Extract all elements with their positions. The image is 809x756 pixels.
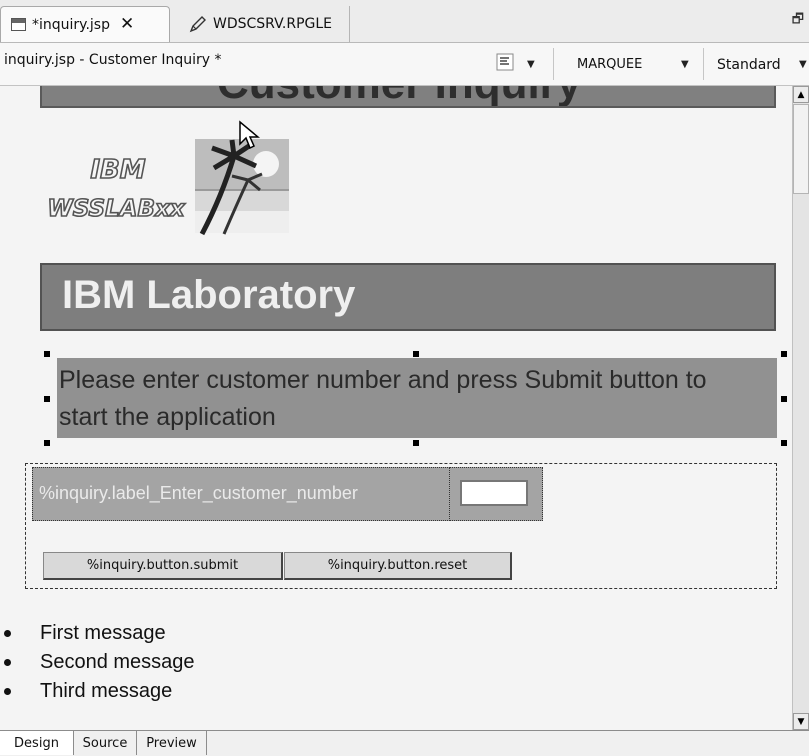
pencil-icon [189,16,206,33]
selection-handle[interactable] [781,396,787,402]
view-tabs: Design Source Preview [0,730,809,756]
editor-header: inquiry.jsp - Customer Inquiry * ▼ MARQU… [0,43,809,86]
scroll-down-icon[interactable]: ▼ [793,713,809,730]
lab-heading-text: IBM Laboratory [62,273,356,317]
customer-number-input[interactable] [460,480,528,506]
close-icon[interactable]: ✕ [120,16,134,33]
tab-wdscsrv-rpgle[interactable]: WDSCSRV.RPGLE [178,6,350,42]
customer-number-label: %inquiry.label_Enter_customer_number [39,483,358,503]
vertical-scrollbar[interactable]: ▲ ▼ [792,86,809,730]
selection-mode-dropdown[interactable]: MARQUEE [577,57,642,72]
tab-inquiry-jsp[interactable]: *inquiry.jsp ✕ [0,6,170,42]
list-item: Second message [0,648,195,677]
list-item: First message [0,619,195,648]
instruction-text-box[interactable]: Please enter customer number and press S… [57,358,777,438]
form-input-cell[interactable] [449,467,543,521]
bullet-icon [4,659,11,666]
instruction-text: Please enter customer number and press S… [59,366,707,431]
customer-form[interactable]: %inquiry.label_Enter_customer_number %in… [25,463,777,589]
reset-button[interactable]: %inquiry.button.reset [284,552,512,580]
scroll-up-icon[interactable]: ▲ [793,86,809,103]
page-title: inquiry.jsp - Customer Inquiry * [4,52,222,68]
toolbar-separator [703,48,704,80]
cursor-icon [239,120,260,150]
editor-tab-bar: *inquiry.jsp ✕ WDSCSRV.RPGLE 🗗 [0,0,809,43]
message-text: Second message [40,651,195,673]
chevron-down-icon[interactable]: ▼ [527,59,535,70]
chevron-down-icon[interactable]: ▼ [799,59,807,70]
scroll-thumb[interactable] [793,104,809,194]
selection-handle[interactable] [781,440,787,446]
form-label-cell[interactable]: %inquiry.label_Enter_customer_number [32,467,470,521]
logo-line-1: IBM [90,155,145,185]
tab-source[interactable]: Source [74,731,137,755]
tab-design[interactable]: Design [0,731,74,755]
heading-banner[interactable]: Customer Inquiry [40,86,776,108]
ibm-logo-image[interactable]: IBM WSSLABxx [40,136,192,236]
logo-line-2: WSSLABxx [47,196,186,222]
bullet-icon [4,630,11,637]
selection-handle[interactable] [413,440,419,446]
page-properties-icon[interactable] [495,52,515,72]
jsp-file-icon [11,18,26,31]
selection-handle[interactable] [781,351,787,357]
heading-text: Customer Inquiry [217,86,581,106]
toolbar-separator [553,48,554,80]
selection-handle[interactable] [44,440,50,446]
design-canvas[interactable]: Customer Inquiry IBM WSSLABxx IBM Labora… [0,86,792,730]
submit-button[interactable]: %inquiry.button.submit [43,552,283,580]
tab-label: WDSCSRV.RPGLE [213,16,333,32]
selection-handle[interactable] [44,396,50,402]
maximize-icon[interactable]: 🗗 [792,10,804,32]
list-item: Third message [0,677,195,706]
message-text: First message [40,622,166,644]
message-list: First message Second message Third messa… [0,619,195,706]
tab-label: *inquiry.jsp [32,16,110,33]
chevron-down-icon[interactable]: ▼ [681,59,689,70]
layout-mode-dropdown[interactable]: Standard [717,57,781,73]
lab-heading-banner[interactable]: IBM Laboratory [40,263,776,331]
message-text: Third message [40,680,173,702]
selection-handle[interactable] [413,351,419,357]
tab-preview[interactable]: Preview [137,731,207,755]
selection-handle[interactable] [44,351,50,357]
bullet-icon [4,688,11,695]
